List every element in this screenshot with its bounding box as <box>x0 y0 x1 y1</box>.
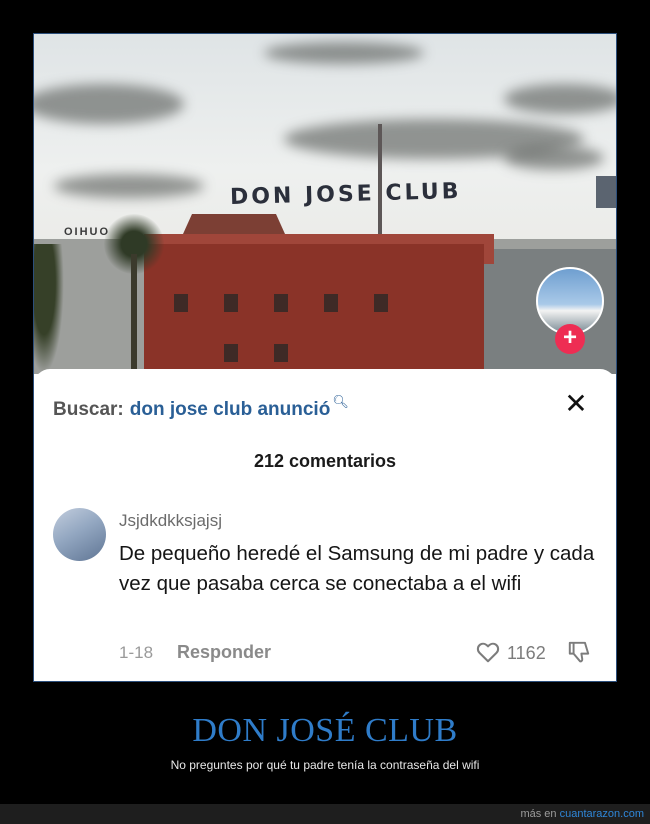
comment-date: 1-18 <box>119 643 154 662</box>
window <box>374 294 388 312</box>
footer-prefix: más en <box>520 808 557 820</box>
search-query-link[interactable]: don jose club anunció <box>130 399 331 420</box>
rooftop-sign: DON JOSE CLUB <box>229 178 462 211</box>
club-building <box>144 244 484 374</box>
cloud <box>504 84 616 114</box>
window <box>224 294 238 312</box>
comments-sheet: Buscar: don jose club anunció 🔍︎ ✕ 212 com… <box>34 369 616 681</box>
follow-plus-button[interactable]: + <box>555 324 585 354</box>
plus-icon: + <box>562 324 577 351</box>
search-label: Buscar: <box>53 399 124 420</box>
footer-site-link[interactable]: cuantarazon.com <box>560 808 644 820</box>
video-background-photo: DON JOSE CLUB OIHUO + <box>34 34 616 374</box>
right-box <box>596 176 616 208</box>
window <box>324 294 338 312</box>
caption-subtitle: No preguntes por qué tu padre tenía la c… <box>170 758 480 772</box>
avatar[interactable] <box>53 508 106 561</box>
palm-trunk <box>131 254 137 374</box>
heart-icon[interactable] <box>475 639 501 665</box>
window <box>174 294 188 312</box>
footer-text: más en cuantarazon.com <box>520 808 644 820</box>
search-row[interactable]: Buscar: don jose club anunció 🔍︎ <box>53 394 349 421</box>
palm-tree <box>104 214 164 374</box>
footer-bar: más en cuantarazon.com <box>0 804 650 824</box>
like-count: 1162 <box>507 643 546 663</box>
reply-button[interactable]: Responder <box>177 642 271 663</box>
window <box>274 344 288 362</box>
palm-tree-left <box>34 244 64 374</box>
cloud <box>504 146 604 170</box>
video-frame: DON JOSE CLUB OIHUO + Buscar: don jose cl… <box>33 33 617 682</box>
close-icon[interactable]: ✕ <box>562 390 590 418</box>
window <box>224 344 238 362</box>
cloud <box>54 174 204 198</box>
comment-username[interactable]: Jsjdkdkksjajsj <box>119 511 222 531</box>
dislike-icon[interactable] <box>566 639 592 665</box>
search-icon: 🔍︎ <box>332 394 349 409</box>
caption-title: DON JOSÉ CLUB <box>192 712 458 749</box>
window <box>274 294 288 312</box>
cloud <box>264 42 424 64</box>
comment-count: 212 comentarios <box>253 451 397 471</box>
antenna-mast <box>378 124 382 234</box>
cloud <box>34 84 184 124</box>
comment-text: De pequeño heredé el Samsung de mi padre… <box>119 542 595 595</box>
